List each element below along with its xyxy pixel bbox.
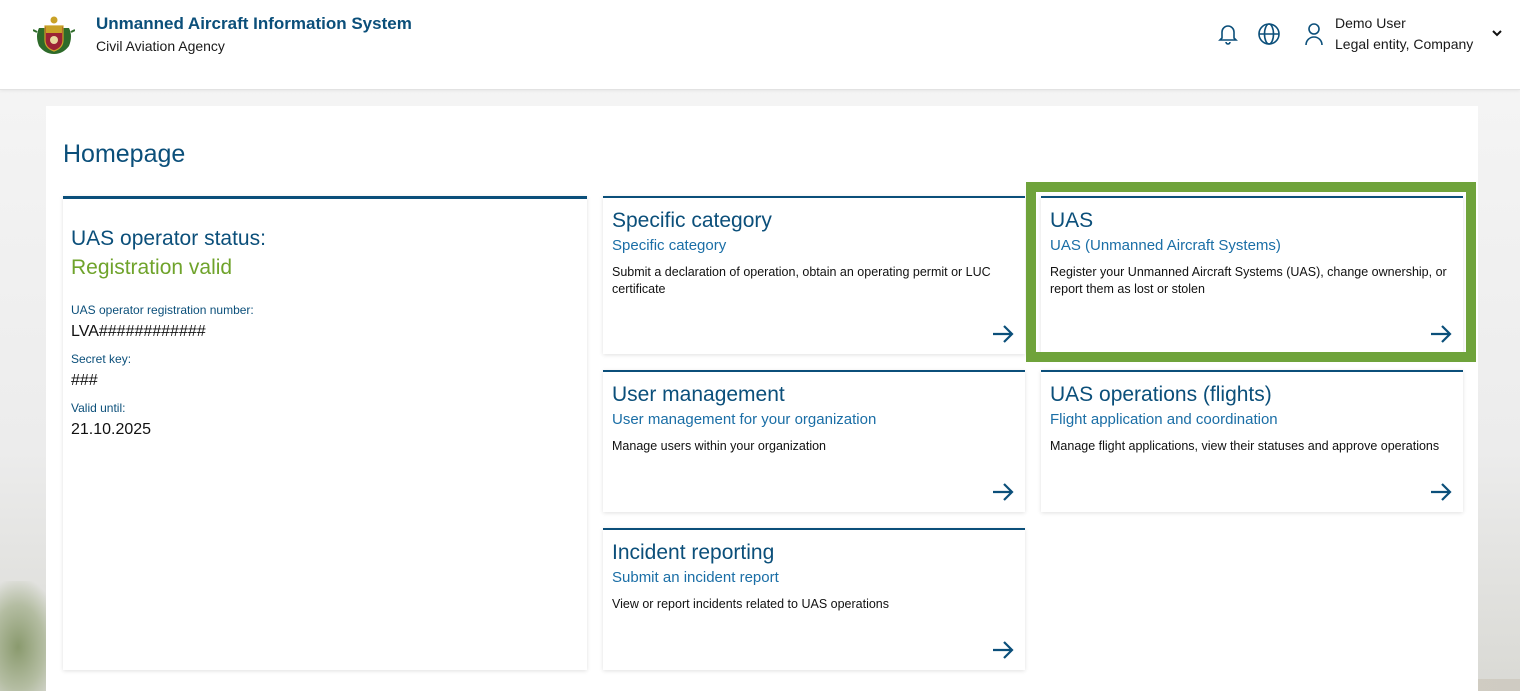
- tile-description: View or report incidents related to UAS …: [612, 597, 890, 611]
- arrow-right-icon[interactable]: [1429, 324, 1453, 344]
- arrow-right-icon[interactable]: [991, 640, 1015, 660]
- user-name[interactable]: Demo User: [1335, 15, 1406, 31]
- user-icon[interactable]: [1303, 22, 1325, 46]
- tile-subtitle: Submit an incident report: [612, 569, 779, 586]
- chevron-down-icon[interactable]: [1490, 26, 1504, 40]
- tile-subtitle: UAS (Unmanned Aircraft Systems): [1050, 237, 1281, 254]
- tile-uas-operations[interactable]: UAS operations (flights) Flight applicat…: [1041, 370, 1463, 512]
- tile-subtitle: Specific category: [612, 237, 727, 254]
- tile-title: Incident reporting: [612, 541, 775, 564]
- arrow-right-icon[interactable]: [1429, 482, 1453, 502]
- arrow-right-icon[interactable]: [991, 324, 1015, 344]
- arrow-right-icon[interactable]: [991, 482, 1015, 502]
- tile-title: UAS: [1050, 209, 1094, 232]
- tile-description: Manage flight applications, view their s…: [1050, 439, 1440, 453]
- tile-title: User management: [612, 383, 785, 406]
- app-title[interactable]: Unmanned Aircraft Information System: [96, 14, 412, 34]
- secret-key-label: Secret key:: [71, 352, 132, 366]
- tile-title: UAS operations (flights): [1050, 383, 1272, 406]
- app-subtitle: Civil Aviation Agency: [96, 38, 225, 54]
- secret-key-value: ###: [71, 372, 98, 389]
- tile-subtitle: Flight application and coordination: [1050, 411, 1278, 428]
- tile-description: Manage users within your organization: [612, 439, 827, 453]
- user-entity[interactable]: Legal entity, Company: [1335, 36, 1480, 52]
- operator-status-card: UAS operator status: Registration valid …: [63, 196, 587, 670]
- valid-until-value: 21.10.2025: [71, 421, 152, 438]
- status-title: UAS operator status:: [71, 227, 266, 250]
- coat-of-arms-logo[interactable]: [33, 14, 75, 56]
- tile-user-management[interactable]: User management User management for your…: [603, 370, 1025, 512]
- tile-uas[interactable]: UAS UAS (Unmanned Aircraft Systems) Regi…: [1041, 196, 1463, 354]
- tile-description: Submit a declaration of operation, obtai…: [612, 265, 991, 296]
- tile-subtitle: User management for your organization: [612, 411, 877, 428]
- page-title: Homepage: [63, 140, 186, 168]
- registration-number-label: UAS operator registration number:: [71, 303, 254, 317]
- tile-specific-category[interactable]: Specific category Specific category Subm…: [603, 196, 1025, 354]
- tile-description: Register your Unmanned Aircraft Systems …: [1050, 265, 1447, 296]
- app-header: Unmanned Aircraft Information System Civ…: [0, 0, 1520, 90]
- valid-until-label: Valid until:: [71, 401, 126, 415]
- tile-incident-reporting[interactable]: Incident reporting Submit an incident re…: [603, 528, 1025, 670]
- status-badge: Registration valid: [71, 256, 233, 279]
- registration-number-value: LVA############: [71, 323, 206, 340]
- bell-icon[interactable]: [1216, 22, 1240, 46]
- globe-icon[interactable]: [1257, 22, 1281, 46]
- tile-title: Specific category: [612, 209, 772, 232]
